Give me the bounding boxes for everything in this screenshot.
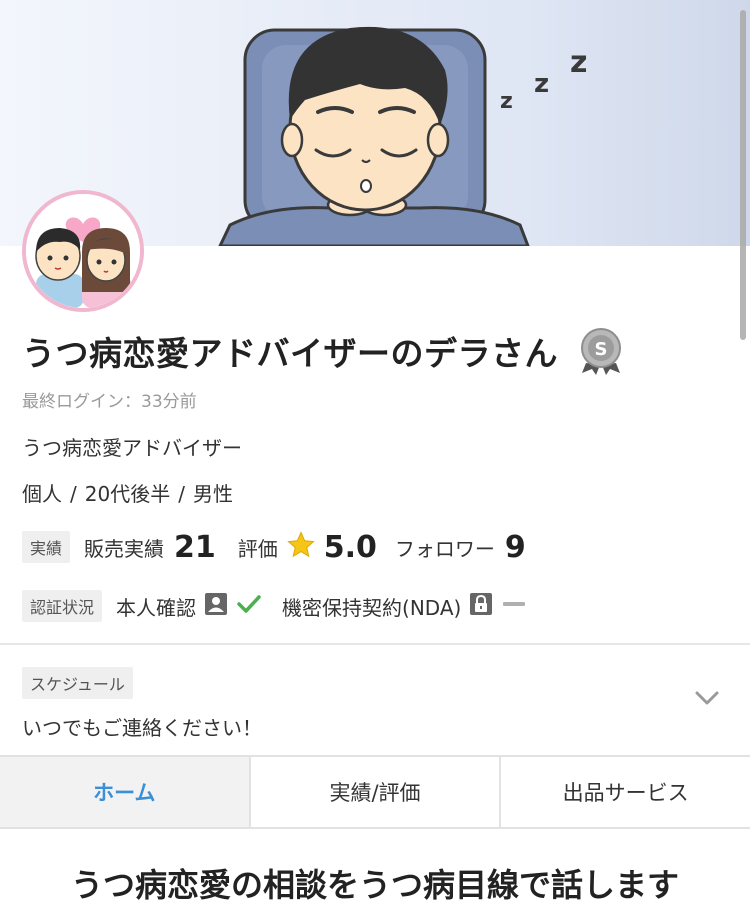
silver-rank-badge-icon[interactable]: S [580, 327, 622, 375]
lock-icon [469, 592, 493, 620]
tab-home[interactable]: ホーム [0, 757, 251, 827]
id-card-icon [204, 592, 228, 620]
schedule-tag: スケジュール [22, 667, 133, 699]
age-range: 20代後半 [84, 482, 171, 506]
tab-services[interactable]: 出品サービス [501, 757, 750, 827]
sales-value: 21 [174, 529, 216, 565]
rating-label: 評価 [237, 536, 278, 561]
profile-headline: うつ病恋愛の相談をうつ病目線で話します [70, 866, 679, 904]
svg-text:z: z [570, 45, 587, 80]
seller-type: 個人 [22, 482, 62, 506]
tab-results-reviews[interactable]: 実績/評価 [250, 757, 502, 827]
stats-tag: 実績 [22, 531, 71, 563]
gender: 男性 [192, 482, 233, 506]
last-login: 最終ログイン：33分前 [22, 392, 197, 412]
scrollbar[interactable] [740, 10, 746, 340]
dash-icon [501, 592, 527, 620]
profile-info: 個人/20代後半 / 男性 [22, 482, 233, 506]
section-divider [0, 643, 750, 645]
followers-label[interactable]: フォロワー [395, 533, 495, 562]
chevron-down-icon[interactable] [694, 688, 720, 708]
rating-value: 5.0 [323, 529, 377, 565]
sales-label: 販売実績 [84, 536, 165, 561]
schedule-text: いつでもご連絡ください！ [22, 716, 262, 740]
nda-label: 機密保持契約(NDA) [282, 595, 462, 620]
verification-tag: 認証状況 [22, 590, 103, 622]
star-icon [286, 530, 316, 564]
couple-avatar-illustration [26, 194, 140, 308]
svg-text:z: z [500, 89, 513, 114]
profile-name: うつ病恋愛アドバイザーのデラさん [22, 334, 558, 373]
svg-text:S: S [595, 339, 608, 360]
avatar[interactable] [22, 190, 144, 312]
check-icon [236, 592, 262, 620]
identity-verification-label: 本人確認 [116, 595, 197, 620]
profile-title: うつ病恋愛アドバイザー [22, 436, 242, 460]
profile-tabs: ホーム 実績/評価 出品サービス [0, 755, 750, 829]
svg-text:z: z [534, 69, 549, 99]
profile-name-row: うつ病恋愛アドバイザーのデラさん S [22, 326, 722, 376]
verification-row: 認証状況 本人確認 機密保持契約(NDA) [22, 588, 527, 624]
stats-row: 実績 販売実績 21 評価 5.0 フォロワー 9 [22, 527, 526, 567]
followers-value[interactable]: 9 [505, 530, 526, 565]
